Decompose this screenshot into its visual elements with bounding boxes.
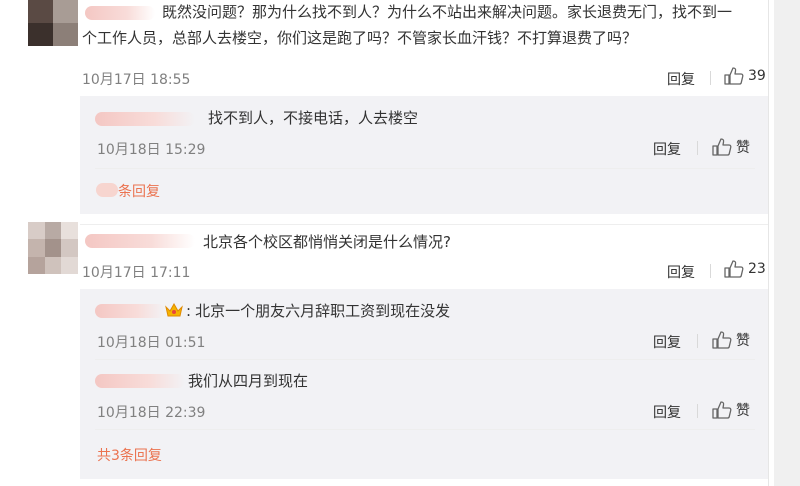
- divider: [697, 404, 698, 418]
- username-blurred[interactable]: [85, 6, 155, 20]
- more-replies-link[interactable]: 条回复: [118, 181, 160, 201]
- reply-button[interactable]: 回复: [667, 69, 695, 89]
- thumbs-up-icon: [712, 138, 732, 156]
- comment-time: 10月17日 17:11: [82, 265, 191, 281]
- separator: [80, 224, 768, 225]
- reply-button[interactable]: 回复: [653, 332, 681, 352]
- separator: [95, 429, 755, 430]
- like-button[interactable]: 23: [724, 260, 766, 278]
- thumbs-up-icon: [724, 67, 744, 85]
- comment-text: 既然没问题？那为什么找不到人？为什么不站出来解决问题。家长退费无门，找不到一 个…: [82, 3, 733, 47]
- count-blurred: [96, 183, 118, 197]
- divider: [697, 334, 698, 348]
- avatar[interactable]: [28, 222, 78, 274]
- thumbs-up-icon: [712, 331, 732, 349]
- reply-text: : 北京一个朋友六月辞职工资到现在没发: [186, 302, 451, 320]
- username-blurred[interactable]: [95, 112, 195, 126]
- comment-text: 北京各个校区都悄悄关闭是什么情况?: [203, 233, 451, 251]
- username-blurred[interactable]: [95, 304, 165, 318]
- separator: [95, 168, 755, 169]
- like-count: 39: [748, 68, 766, 84]
- divider: [697, 141, 698, 155]
- reply-button[interactable]: 回复: [653, 402, 681, 422]
- more-replies-link[interactable]: 共3条回复: [97, 445, 162, 465]
- like-count: 23: [748, 261, 766, 277]
- reply-button[interactable]: 回复: [653, 139, 681, 159]
- thumbs-up-icon: [724, 260, 744, 278]
- reply-time: 10月18日 22:39: [97, 405, 206, 421]
- reply-text: 找不到人，不接电话，人去楼空: [208, 109, 419, 127]
- reply-time: 10月18日 15:29: [97, 142, 206, 158]
- comment-time: 10月17日 18:55: [82, 72, 191, 88]
- divider: [710, 264, 711, 278]
- username-blurred[interactable]: [85, 234, 195, 248]
- separator: [95, 359, 755, 360]
- like-button[interactable]: 赞: [712, 400, 750, 420]
- like-button[interactable]: 赞: [712, 137, 750, 157]
- reply-text: 我们从四月到现在: [188, 372, 309, 390]
- avatar[interactable]: [28, 0, 78, 46]
- crown-icon: [165, 302, 183, 318]
- reply-time: 10月18日 01:51: [97, 335, 206, 351]
- like-button[interactable]: 39: [724, 67, 766, 85]
- like-button[interactable]: 赞: [712, 330, 750, 350]
- username-blurred[interactable]: [95, 374, 185, 388]
- thumbs-up-icon: [712, 401, 732, 419]
- scrollbar[interactable]: [774, 0, 800, 486]
- scrollbar-border: [768, 0, 769, 486]
- reply-button[interactable]: 回复: [667, 262, 695, 282]
- divider: [710, 71, 711, 85]
